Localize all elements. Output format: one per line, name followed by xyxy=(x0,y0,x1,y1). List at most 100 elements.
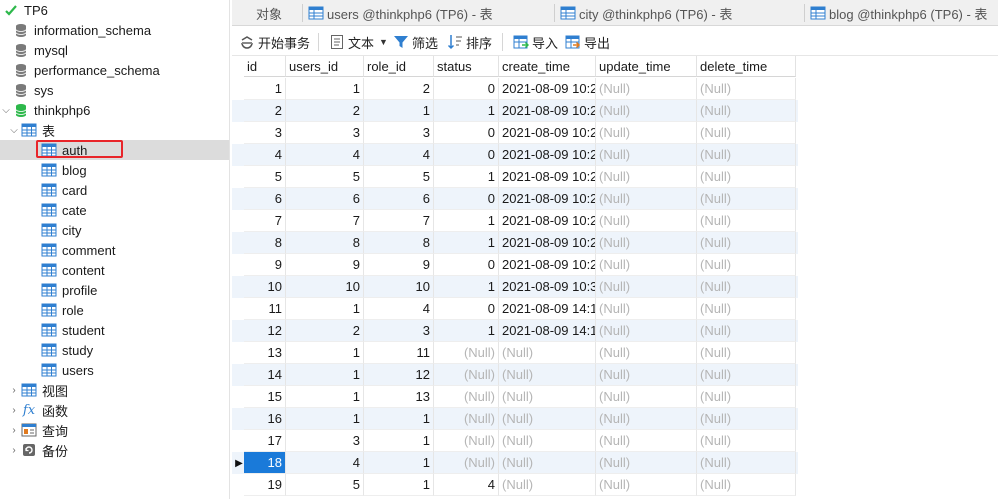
tree-connection-tp6[interactable]: TP6 xyxy=(0,0,229,20)
table-cell[interactable]: 0 xyxy=(434,78,499,100)
table-cell[interactable]: (Null) xyxy=(697,144,796,166)
table-cell[interactable]: (Null) xyxy=(697,430,796,452)
table-cell[interactable]: (Null) xyxy=(697,452,796,474)
table-cell[interactable]: 15 xyxy=(244,386,286,408)
table-cell[interactable]: 9 xyxy=(286,254,364,276)
table-cell[interactable]: 9 xyxy=(364,254,434,276)
table-cell[interactable]: (Null) xyxy=(596,474,697,496)
table-cell[interactable]: (Null) xyxy=(499,364,596,386)
table-cell[interactable]: 14 xyxy=(244,364,286,386)
table-cell[interactable]: (Null) xyxy=(697,298,796,320)
table-cell[interactable]: 18 xyxy=(244,452,286,474)
text-view-button[interactable]: 文本 ▼ xyxy=(328,31,388,53)
table-cell[interactable]: (Null) xyxy=(697,210,796,232)
table-cell[interactable]: 10 xyxy=(244,276,286,298)
table-row[interactable]: 3 3 3 0 2021-08-09 10:2 (Null) (Null) xyxy=(232,122,798,144)
table-cell[interactable]: (Null) xyxy=(596,386,697,408)
table-cell[interactable]: 6 xyxy=(244,188,286,210)
table-cell[interactable]: 6 xyxy=(364,188,434,210)
table-cell[interactable]: (Null) xyxy=(596,342,697,364)
table-row[interactable]: 6 6 6 0 2021-08-09 10:2 (Null) (Null) xyxy=(232,188,798,210)
chevron-down-icon[interactable]: ⌵ xyxy=(0,100,12,120)
table-cell[interactable]: 2021-08-09 10:2 xyxy=(499,232,596,254)
tree-table-item[interactable]: users xyxy=(0,360,229,380)
tree-table-item[interactable]: study xyxy=(0,340,229,360)
table-cell[interactable]: 2021-08-09 14:1 xyxy=(499,320,596,342)
table-cell[interactable]: (Null) xyxy=(596,232,697,254)
table-cell[interactable]: 2 xyxy=(286,100,364,122)
chevron-right-icon[interactable]: › xyxy=(8,420,20,440)
table-cell[interactable]: (Null) xyxy=(596,452,697,474)
tree-group-item[interactable]: › 备份 xyxy=(0,440,229,460)
table-cell[interactable]: 13 xyxy=(244,342,286,364)
table-cell[interactable]: 1 xyxy=(244,78,286,100)
table-cell[interactable]: 3 xyxy=(364,320,434,342)
table-cell[interactable]: 0 xyxy=(434,254,499,276)
column-header[interactable]: status xyxy=(434,56,499,77)
table-cell[interactable]: (Null) xyxy=(697,320,796,342)
table-cell[interactable]: (Null) xyxy=(434,342,499,364)
table-cell[interactable]: 3 xyxy=(244,122,286,144)
table-row[interactable]: 10 10 10 1 2021-08-09 10:3 (Null) (Null) xyxy=(232,276,798,298)
chevron-right-icon[interactable]: › xyxy=(8,440,20,460)
table-cell[interactable]: 1 xyxy=(434,276,499,298)
table-cell[interactable]: 7 xyxy=(244,210,286,232)
chevron-down-icon[interactable]: ⌵ xyxy=(8,120,20,140)
table-row[interactable]: 17 3 1 (Null) (Null) (Null) (Null) xyxy=(232,430,798,452)
tree-tables-node[interactable]: ⌵ 表 xyxy=(0,120,229,140)
table-cell[interactable]: (Null) xyxy=(434,364,499,386)
table-cell[interactable]: 1 xyxy=(364,452,434,474)
table-cell[interactable]: 1 xyxy=(434,100,499,122)
column-header[interactable]: id xyxy=(244,56,286,77)
table-cell[interactable]: 17 xyxy=(244,430,286,452)
table-cell[interactable]: 2021-08-09 10:2 xyxy=(499,166,596,188)
table-cell[interactable]: (Null) xyxy=(596,144,697,166)
table-cell[interactable]: 2021-08-09 10:2 xyxy=(499,100,596,122)
table-cell[interactable]: (Null) xyxy=(697,474,796,496)
export-button[interactable]: 导出 xyxy=(564,31,610,53)
table-cell[interactable]: (Null) xyxy=(697,188,796,210)
tree-database-item[interactable]: sys xyxy=(0,80,229,100)
table-cell[interactable]: 1 xyxy=(286,408,364,430)
table-cell[interactable]: (Null) xyxy=(596,122,697,144)
table-cell[interactable]: 3 xyxy=(364,122,434,144)
table-cell[interactable]: (Null) xyxy=(596,430,697,452)
table-cell[interactable]: 8 xyxy=(364,232,434,254)
table-row[interactable]: 12 2 3 1 2021-08-09 14:1 (Null) (Null) xyxy=(232,320,798,342)
table-row[interactable]: 19 5 1 4 (Null) (Null) (Null) xyxy=(232,474,798,496)
tree-group-item[interactable]: › 查询 xyxy=(0,420,229,440)
table-cell[interactable]: (Null) xyxy=(596,298,697,320)
tree-table-item[interactable]: content xyxy=(0,260,229,280)
table-row[interactable]: 4 4 4 0 2021-08-09 10:2 (Null) (Null) xyxy=(232,144,798,166)
table-cell[interactable]: 1 xyxy=(434,210,499,232)
table-cell[interactable]: 2021-08-09 10:2 xyxy=(499,254,596,276)
tree-table-item[interactable]: comment xyxy=(0,240,229,260)
data-grid[interactable]: id users_id role_id status create_time update… xyxy=(232,56,998,499)
table-cell[interactable]: 3 xyxy=(286,122,364,144)
table-cell[interactable]: 1 xyxy=(286,298,364,320)
dropdown-caret-icon[interactable]: ▼ xyxy=(379,37,388,47)
table-cell[interactable]: (Null) xyxy=(499,342,596,364)
table-cell[interactable]: (Null) xyxy=(499,430,596,452)
tree-group-item[interactable]: › 视图 xyxy=(0,380,229,400)
tab-city[interactable]: city @thinkphp6 (TP6) - 表 xyxy=(560,0,732,26)
table-cell[interactable]: (Null) xyxy=(434,386,499,408)
table-cell[interactable]: (Null) xyxy=(697,276,796,298)
table-cell[interactable]: 5 xyxy=(364,166,434,188)
table-cell[interactable]: 2021-08-09 10:2 xyxy=(499,144,596,166)
table-cell[interactable]: (Null) xyxy=(596,78,697,100)
table-cell[interactable]: (Null) xyxy=(499,452,596,474)
table-cell[interactable]: 2021-08-09 10:2 xyxy=(499,188,596,210)
table-cell[interactable]: (Null) xyxy=(596,166,697,188)
table-cell[interactable]: (Null) xyxy=(697,342,796,364)
table-cell[interactable]: 11 xyxy=(364,342,434,364)
tree-database-item[interactable]: ⌵ thinkphp6 xyxy=(0,100,229,120)
table-cell[interactable]: (Null) xyxy=(697,166,796,188)
table-cell[interactable]: 5 xyxy=(244,166,286,188)
table-row[interactable]: 16 1 1 (Null) (Null) (Null) (Null) xyxy=(232,408,798,430)
table-row[interactable]: 5 5 5 1 2021-08-09 10:2 (Null) (Null) xyxy=(232,166,798,188)
table-cell[interactable]: (Null) xyxy=(697,364,796,386)
table-row[interactable]: 11 1 4 0 2021-08-09 14:1 (Null) (Null) xyxy=(232,298,798,320)
column-header[interactable]: create_time xyxy=(499,56,596,77)
tree-group-item[interactable]: › fx 函数 xyxy=(0,400,229,420)
